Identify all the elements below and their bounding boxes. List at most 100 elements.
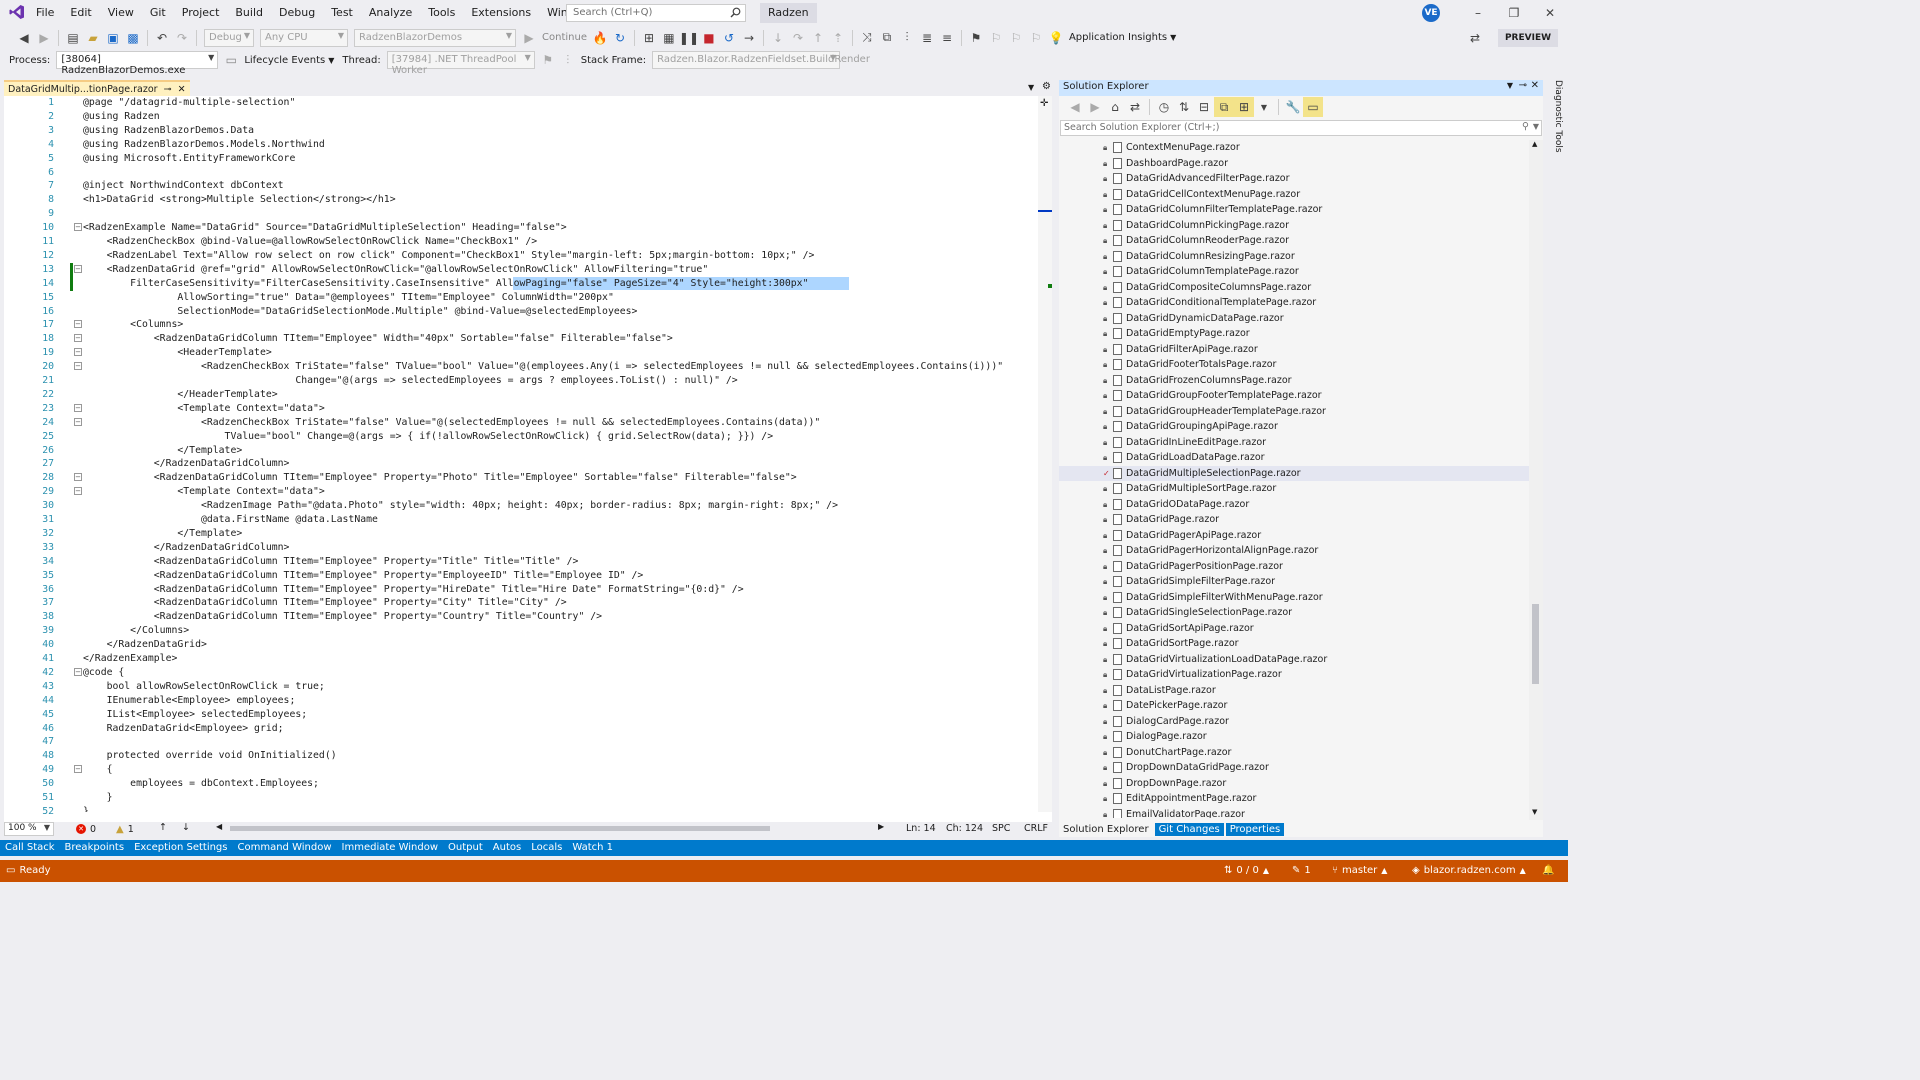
code-line[interactable]: TValue="bool" Change=@(args => { if(!all… [83,430,774,444]
collapse-icon[interactable]: − [74,334,82,343]
redo-icon[interactable]: ↷ [172,28,192,48]
code-line[interactable]: </RadzenDataGrid> [83,638,207,652]
solution-file-item[interactable]: 🔒︎ DataGridVirtualizationLoadDataPage.raz… [1059,652,1529,668]
solution-file-item[interactable]: 🔒︎ DataGridPagerHorizontalAlignPage.razor [1059,543,1529,559]
code-line[interactable]: @using RadzenBlazorDemos.Data [83,124,254,138]
warning-count[interactable]: ▲ 1 [116,822,134,836]
prev-bookmark-icon[interactable]: ⚐ [986,28,1006,48]
window-position-icon[interactable]: ▼ [1507,81,1513,90]
refresh-icon[interactable]: ↻ [610,28,630,48]
preview-selected-icon[interactable]: ▭ [1303,97,1323,117]
next-bookmark-icon[interactable]: ⚐ [1006,28,1026,48]
tab-output[interactable]: Output [443,840,488,856]
collapse-icon[interactable]: − [74,403,82,412]
menu-item-view[interactable]: View [100,0,142,26]
line-ending-indicator[interactable]: CRLF [1024,823,1048,834]
code-line[interactable]: <Template Context="data"> [83,402,324,416]
platform-dropdown[interactable]: Any CPU ▼ [260,28,348,47]
code-line[interactable]: RadzenDataGrid<Employee> grid; [83,722,284,736]
code-line[interactable]: <RadzenDataGridColumn TItem="Employee" P… [83,555,579,569]
minimize-icon[interactable]: – [1460,0,1496,26]
bookmark-icon[interactable]: ⚑ [966,28,986,48]
sync-icon[interactable]: ⇅ [1174,97,1194,117]
code-line[interactable]: IEnumerable<Employee> employees; [83,694,296,708]
solution-file-item[interactable]: 🔒︎ DataGridColumnPickingPage.razor [1059,218,1529,234]
search-box[interactable]: Search (Ctrl+Q) [566,4,746,22]
properties-wrench-icon[interactable]: 🔧 [1283,97,1303,117]
editor-settings-icon[interactable]: ⚙ [1042,81,1051,92]
solution-file-item[interactable]: 🔒︎ DataGridGroupFooterTemplatePage.razor [1059,388,1529,404]
comment-icon[interactable]: ≡ [937,28,957,48]
collapse-icon[interactable]: − [74,348,82,357]
code-line[interactable]: } [83,805,89,812]
show-all-files-icon[interactable]: ⧉ [1214,97,1234,117]
clear-bookmarks-icon[interactable]: ⚐ [1026,28,1046,48]
startup-project-dropdown[interactable]: RadzenBlazorDemos ▼ [354,28,516,47]
threads-icon[interactable]: ⫶ [897,28,917,48]
browser-link-icon[interactable]: ⊞ [639,28,659,48]
solution-file-item[interactable]: 🔒︎ DataGridPage.razor [1059,512,1529,528]
tab-command-window[interactable]: Command Window [233,840,337,856]
code-line[interactable]: @data.FirstName @data.LastName [83,513,378,527]
save-all-icon[interactable]: ▩ [123,28,143,48]
pin-icon[interactable]: ⊸ [164,84,172,95]
notifications-icon[interactable]: 🔔 [1536,860,1560,882]
thread-dropdown[interactable]: [37984] .NET ThreadPool Worker ▼ [386,51,535,76]
stop-icon[interactable]: ■ [699,28,719,48]
code-line[interactable]: <RadzenDataGridColumn TItem="Employee" P… [83,596,567,610]
tab-call-stack[interactable]: Call Stack [0,840,60,856]
menu-item-analyze[interactable]: Analyze [361,0,420,26]
home-icon[interactable]: ⌂ [1105,97,1125,117]
diagnostic-tools-side-tab[interactable]: Diagnostic Tools [1545,80,1563,160]
collapse-icon[interactable]: − [74,473,82,482]
solution-file-item[interactable]: 🔒︎ DataGridLoadDataPage.razor [1059,450,1529,466]
solution-file-item[interactable]: 🔒︎ DashboardPage.razor [1059,156,1529,172]
solution-file-item[interactable]: 🔒︎ DataGridColumnFilterTemplatePage.razor [1059,202,1529,218]
code-line[interactable]: <RadzenExample Name="DataGrid" Source="D… [83,221,567,235]
application-insights-button[interactable]: Application Insights [1069,32,1167,43]
code-line[interactable]: <Template Context="data"> [83,485,324,499]
avatar[interactable]: VE [1422,4,1440,22]
solution-file-item[interactable]: 🔒︎ DataGridVirtualizationPage.razor [1059,667,1529,683]
prev-issue-icon[interactable]: ↑ [159,822,167,833]
solution-file-item[interactable]: 🔒︎ DialogPage.razor [1059,729,1529,745]
tab-autos[interactable]: Autos [488,840,526,856]
solution-file-item[interactable]: ✓ DataGridMultipleSelectionPage.razor [1059,465,1529,481]
code-line[interactable]: <RadzenCheckBox @bind-Value=@allowRowSel… [83,235,538,249]
code-line[interactable]: protected override void OnInitialized() [83,749,337,763]
menu-item-build[interactable]: Build [227,0,271,26]
close-panel-icon[interactable]: ✕ [1531,80,1539,91]
show-next-statement-icon[interactable]: → [739,28,759,48]
scroll-right-icon[interactable]: ▶ [878,822,884,831]
tab-immediate-window[interactable]: Immediate Window [337,840,444,856]
open-folder-icon[interactable]: ▰ [83,28,103,48]
collapse-all-icon[interactable]: ⊟ [1194,97,1214,117]
solution-file-item[interactable]: 🔒︎ DonutChartPage.razor [1059,745,1529,761]
new-item-icon[interactable]: ▤ [63,28,83,48]
solution-file-item[interactable]: 🔒︎ DatePickerPage.razor [1059,698,1529,714]
editor-vertical-scrollbar[interactable]: ✛ [1038,96,1052,812]
tab-solution-explorer[interactable]: Solution Explorer [1059,822,1153,836]
collapse-icon[interactable]: − [74,765,82,774]
collapse-icon[interactable]: − [74,667,82,676]
solution-file-item[interactable]: 🔒︎ DataGridFooterTotalsPage.razor [1059,357,1529,373]
code-line[interactable]: <h1>DataGrid <strong>Multiple Selection<… [83,193,396,207]
undo-icon[interactable]: ↶ [152,28,172,48]
chevron-down-icon[interactable]: ▼ [1533,122,1539,131]
back-icon[interactable]: ◀ [14,28,34,48]
restart-icon[interactable]: ↺ [719,28,739,48]
solution-file-item[interactable]: 🔒︎ DataGridColumnTemplatePage.razor [1059,264,1529,280]
branch-indicator[interactable]: ⑂ master ▲ [1326,860,1393,882]
solution-file-item[interactable]: 🔒︎ DataGridFrozenColumnsPage.razor [1059,373,1529,389]
save-icon[interactable]: ▣ [103,28,123,48]
pin-panel-icon[interactable]: ⊸ [1519,80,1527,91]
pause-icon[interactable]: ❚❚ [679,28,699,48]
solution-file-item[interactable]: 🔒︎ EditAppointmentPage.razor [1059,791,1529,807]
continue-button[interactable]: Continue [542,32,587,43]
code-line[interactable]: <Columns> [83,318,183,332]
code-area[interactable]: @page "/datagrid-multiple-selection" @usi… [83,96,1038,812]
restore-icon[interactable]: ❐ [1496,0,1532,26]
code-line[interactable]: AllowSorting="true" Data="@employees" TI… [83,291,613,305]
code-line[interactable]: <RadzenDataGrid @ref="grid" AllowRowSele… [83,263,709,277]
code-line[interactable]: <RadzenLabel Text="Allow row select on r… [83,249,815,263]
